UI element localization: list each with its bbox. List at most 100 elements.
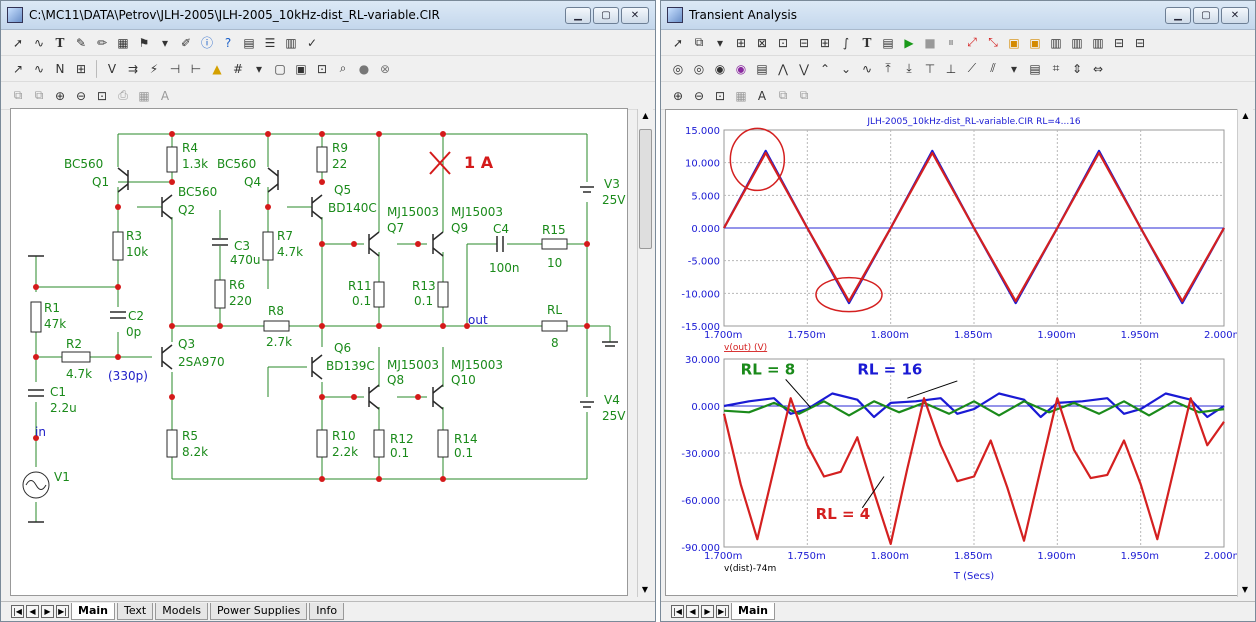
dropdown-icon-2[interactable]: ▾ — [250, 60, 268, 78]
low-icon[interactable]: ⌄ — [837, 60, 855, 78]
peak-icon[interactable]: ⋀ — [774, 60, 792, 78]
font-icon[interactable]: A — [156, 87, 174, 105]
pause-icon[interactable]: ⏸ — [942, 34, 960, 52]
zoom-out-icon[interactable]: ⊖ — [72, 87, 90, 105]
numeric-output-icon[interactable]: ▤ — [1026, 60, 1044, 78]
run-icon[interactable]: ▶ — [900, 34, 918, 52]
analysis-minimize-button[interactable]: ▁ — [1165, 7, 1191, 24]
condition-icon[interactable]: ⊣ — [166, 60, 184, 78]
data-points-icon[interactable]: ▣ — [1005, 34, 1023, 52]
find-icon[interactable]: ⌕ — [334, 60, 352, 78]
same-y-icon[interactable]: ⇕ — [1068, 60, 1086, 78]
slope-icon[interactable]: ⟋ — [963, 60, 981, 78]
schematic-vscroll[interactable]: ▲ ▼ — [637, 109, 653, 597]
node-names-icon[interactable]: N — [51, 60, 69, 78]
layout-icon[interactable]: ▦ — [135, 87, 153, 105]
same-x-icon[interactable]: ⇔ — [1089, 60, 1107, 78]
global-low-icon[interactable]: ⤓ — [900, 60, 918, 78]
maximize-button[interactable]: ▢ — [593, 7, 619, 24]
baseline-icon[interactable]: ⊟ — [1110, 34, 1128, 52]
close-button[interactable]: ✕ — [621, 7, 649, 24]
grid-dots-icon[interactable]: # — [229, 60, 247, 78]
node-numbers-icon[interactable]: ∿ — [30, 60, 48, 78]
scroll-down-arrow-icon[interactable]: ▼ — [638, 583, 652, 597]
analysis-last-page-icon[interactable]: ▶| — [716, 605, 729, 618]
select-arrow-icon[interactable]: ➚ — [669, 34, 687, 52]
minimize-button[interactable]: ▁ — [565, 7, 591, 24]
dropdown-icon[interactable]: ▾ — [711, 34, 729, 52]
inflection-icon[interactable]: ∿ — [858, 60, 876, 78]
scope-icon-2[interactable]: ⤡ — [984, 34, 1002, 52]
point-tag-icon[interactable]: ⊡ — [774, 34, 792, 52]
stepping-icon[interactable]: ◎ — [690, 60, 708, 78]
analysis-scroll-down-arrow-icon[interactable]: ▼ — [1238, 583, 1252, 597]
first-page-icon[interactable]: |◀ — [11, 605, 24, 618]
prev-page-icon[interactable]: ◀ — [26, 605, 39, 618]
last-page-icon[interactable]: ▶| — [56, 605, 69, 618]
zoom-in-icon[interactable]: ⊕ — [669, 87, 687, 105]
pin-icon[interactable]: ⊞ — [72, 60, 90, 78]
horizontal-axis-grid-icon[interactable]: ▥ — [1047, 34, 1065, 52]
minor-log-grid-icon[interactable]: ▥ — [1089, 34, 1107, 52]
copy-icon[interactable]: ⧉ — [9, 87, 27, 105]
pen-icon[interactable]: ✎ — [72, 34, 90, 52]
plot-canvas[interactable]: 1.700m 1.750m 1.800m 1.850m 1.900m 1.950m 2.00… — [665, 109, 1242, 596]
analysis-scroll-up-arrow-icon[interactable]: ▲ — [1238, 109, 1253, 123]
paste-icon[interactable]: ⧉ — [30, 87, 48, 105]
info-icon[interactable]: ⓘ — [198, 34, 216, 52]
analysis-titlebar[interactable]: Transient Analysis ▁ ▢ ✕ — [661, 1, 1255, 30]
stop-icon[interactable]: ■ — [921, 34, 939, 52]
page-icon[interactable]: ▤ — [240, 34, 258, 52]
stop-icon[interactable]: ● — [355, 60, 373, 78]
tab-info[interactable]: Info — [309, 603, 345, 620]
probe-icon[interactable]: ⌗ — [1047, 60, 1065, 78]
zoom-fit-icon[interactable]: ⊡ — [711, 87, 729, 105]
dropdown-icon[interactable]: ▾ — [156, 34, 174, 52]
state-icon[interactable]: ⊢ — [187, 60, 205, 78]
next-page-icon[interactable]: ▶ — [41, 605, 54, 618]
tokens-icon[interactable]: ▣ — [1026, 34, 1044, 52]
help-icon[interactable]: ? — [219, 34, 237, 52]
tag-icon[interactable]: ⊠ — [753, 34, 771, 52]
tab-text[interactable]: Text — [116, 603, 154, 620]
analysis-close-button[interactable]: ✕ — [1221, 7, 1249, 24]
select-arrow-icon[interactable]: ➚ — [9, 34, 27, 52]
properties-icon[interactable]: ✓ — [303, 34, 321, 52]
paste-icon[interactable]: ⧉ — [795, 87, 813, 105]
scale-icon[interactable]: ⧉ — [690, 34, 708, 52]
scroll-thumb[interactable] — [639, 129, 652, 249]
horizontal-cursor-icon[interactable]: ⊟ — [1131, 34, 1149, 52]
scroll-up-arrow-icon[interactable]: ▲ — [638, 109, 653, 123]
watch-icon[interactable]: ◉ — [732, 60, 750, 78]
cancel-icon[interactable]: ⊗ — [376, 60, 394, 78]
snap-icon[interactable]: ↗ — [9, 60, 27, 78]
print-icon[interactable]: ⎙ — [114, 87, 132, 105]
properties-icon[interactable]: ▤ — [879, 34, 897, 52]
zoom-in-icon[interactable]: ⊕ — [51, 87, 69, 105]
performance-tag-icon[interactable]: ∫ — [837, 34, 855, 52]
top-icon[interactable]: ⊤ — [921, 60, 939, 78]
dropdown-icon-2[interactable]: ▾ — [1005, 60, 1023, 78]
copy-icon[interactable]: ⧉ — [774, 87, 792, 105]
state-variables-icon[interactable]: ▤ — [753, 60, 771, 78]
schematic-titlebar[interactable]: C:\MC11\DATA\Petrov\JLH-2005\JLH-2005_10… — [1, 1, 655, 30]
vertical-axis-grid-icon[interactable]: ▥ — [1068, 34, 1086, 52]
limits-icon[interactable]: ◎ — [669, 60, 687, 78]
grid-icon[interactable]: ▥ — [282, 34, 300, 52]
current-arrow-icon[interactable]: ⇉ — [124, 60, 142, 78]
horizontal-tag-icon[interactable]: ⊟ — [795, 34, 813, 52]
tab-models[interactable]: Models — [155, 603, 208, 620]
title-block-icon[interactable]: ▣ — [292, 60, 310, 78]
bottom-icon[interactable]: ⊥ — [942, 60, 960, 78]
vertical-tag-icon[interactable]: ⊞ — [816, 34, 834, 52]
analysis-maximize-button[interactable]: ▢ — [1193, 7, 1219, 24]
text-icon[interactable]: T — [858, 34, 876, 52]
zoom-fit-icon[interactable]: ⊡ — [93, 87, 111, 105]
align-icon[interactable]: ⊡ — [313, 60, 331, 78]
probe-icon[interactable]: ✐ — [177, 34, 195, 52]
analysis-prev-page-icon[interactable]: ◀ — [686, 605, 699, 618]
font-icon[interactable]: A — [753, 87, 771, 105]
flag-icon[interactable]: ⚑ — [135, 34, 153, 52]
analysis-next-page-icon[interactable]: ▶ — [701, 605, 714, 618]
layout-icon[interactable]: ▦ — [732, 87, 750, 105]
